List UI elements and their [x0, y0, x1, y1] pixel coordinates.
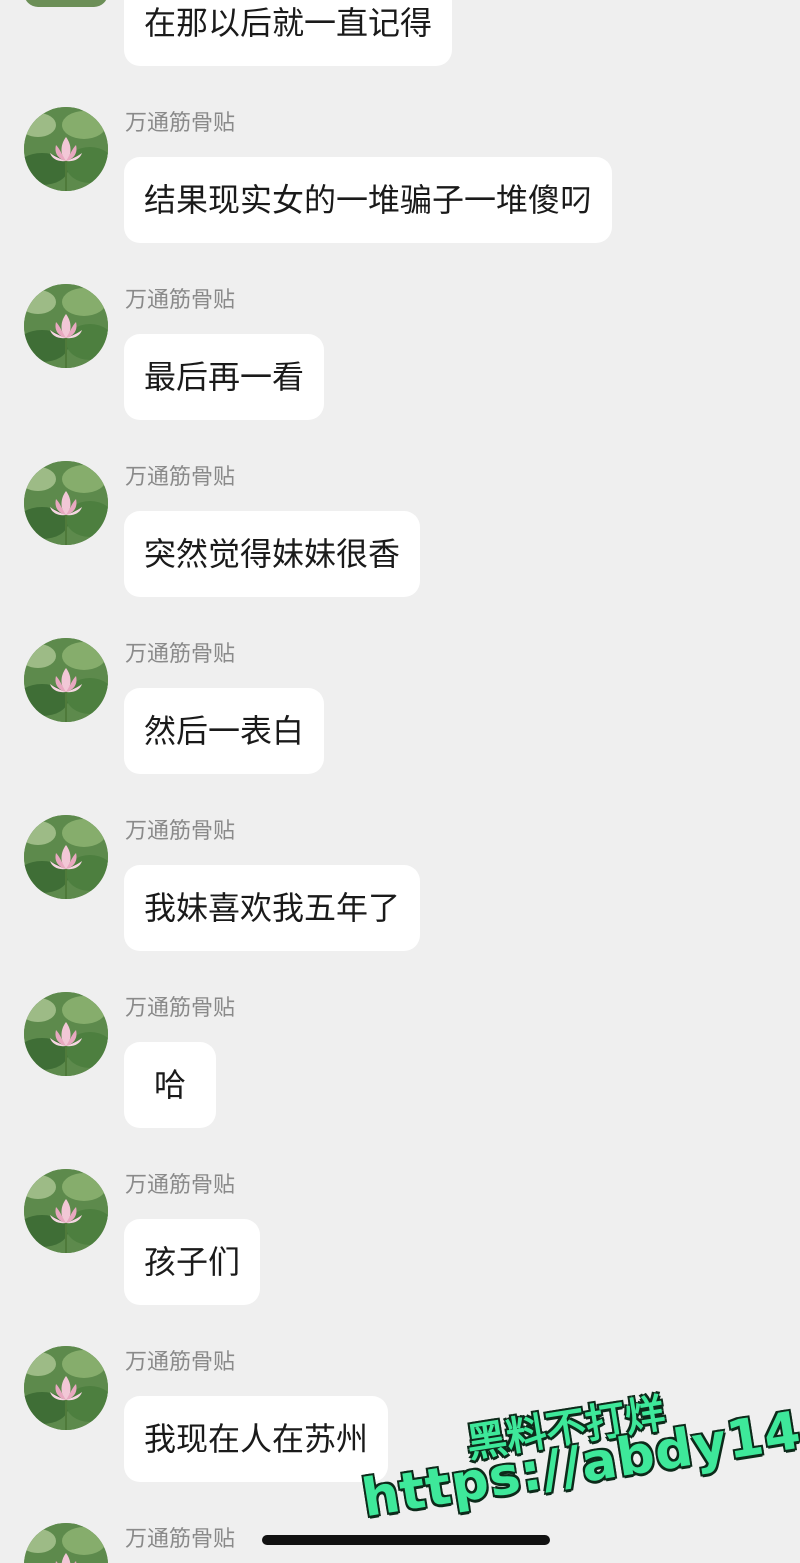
message-row: 万通筋骨贴 结果现实女的一堆骗子一堆傻叼 — [0, 107, 800, 284]
sender-name: 万通筋骨贴 — [125, 642, 236, 667]
sender-name: 万通筋骨贴 — [125, 819, 236, 844]
message-bubble[interactable]: 哈 — [124, 1042, 217, 1128]
message-row: 万通筋骨贴 我妹喜欢我五年了 — [0, 815, 800, 992]
message-bubble[interactable]: 在那以后就一直记得 — [124, 0, 453, 66]
message-bubble[interactable]: 我妹喜欢我五年了 — [124, 865, 421, 951]
lotus-avatar-icon[interactable] — [24, 0, 108, 7]
sender-name: 万通筋骨贴 — [125, 1173, 236, 1198]
lotus-avatar-icon[interactable] — [24, 1346, 108, 1430]
sender-name: 万通筋骨贴 — [125, 996, 236, 1021]
sender-name: 万通筋骨贴 — [125, 1350, 236, 1375]
message-bubble[interactable]: 我现在人在苏州 — [124, 1396, 389, 1482]
lotus-avatar-icon[interactable] — [24, 107, 108, 191]
message-row: 万通筋骨贴 突然觉得妹妹很香 — [0, 461, 800, 638]
message-bubble[interactable]: 突然觉得妹妹很香 — [124, 511, 421, 597]
sender-name: 万通筋骨贴 — [125, 1527, 236, 1552]
message-row: 万通筋骨贴 哈 — [0, 992, 800, 1169]
message-bubble[interactable]: 结果现实女的一堆骗子一堆傻叼 — [124, 157, 613, 243]
message-row: 万通筋骨贴 最后再一看 — [0, 284, 800, 461]
message-row: 万通筋骨贴 然后一表白 — [0, 638, 800, 815]
sender-name: 万通筋骨贴 — [125, 111, 236, 136]
message-bubble[interactable]: 最后再一看 — [124, 334, 325, 420]
lotus-avatar-icon[interactable] — [24, 815, 108, 899]
message-bubble[interactable]: 孩子们 — [124, 1219, 261, 1305]
lotus-avatar-icon[interactable] — [24, 1523, 108, 1563]
message-row: 万通筋骨贴 孩子们 — [0, 1169, 800, 1346]
lotus-avatar-icon[interactable] — [24, 284, 108, 368]
lotus-avatar-icon[interactable] — [24, 992, 108, 1076]
home-indicator[interactable] — [262, 1535, 550, 1545]
chat-message-list[interactable]: 在那以后就一直记得 万通筋骨贴 结果现实女的一堆骗子一堆傻叼 万通筋骨贴 最后再… — [0, 0, 800, 1563]
sender-name: 万通筋骨贴 — [125, 465, 236, 490]
lotus-avatar-icon[interactable] — [24, 638, 108, 722]
lotus-avatar-icon[interactable] — [24, 461, 108, 545]
message-bubble[interactable]: 然后一表白 — [124, 688, 325, 774]
sender-name: 万通筋骨贴 — [125, 288, 236, 313]
lotus-avatar-icon[interactable] — [24, 1169, 108, 1253]
